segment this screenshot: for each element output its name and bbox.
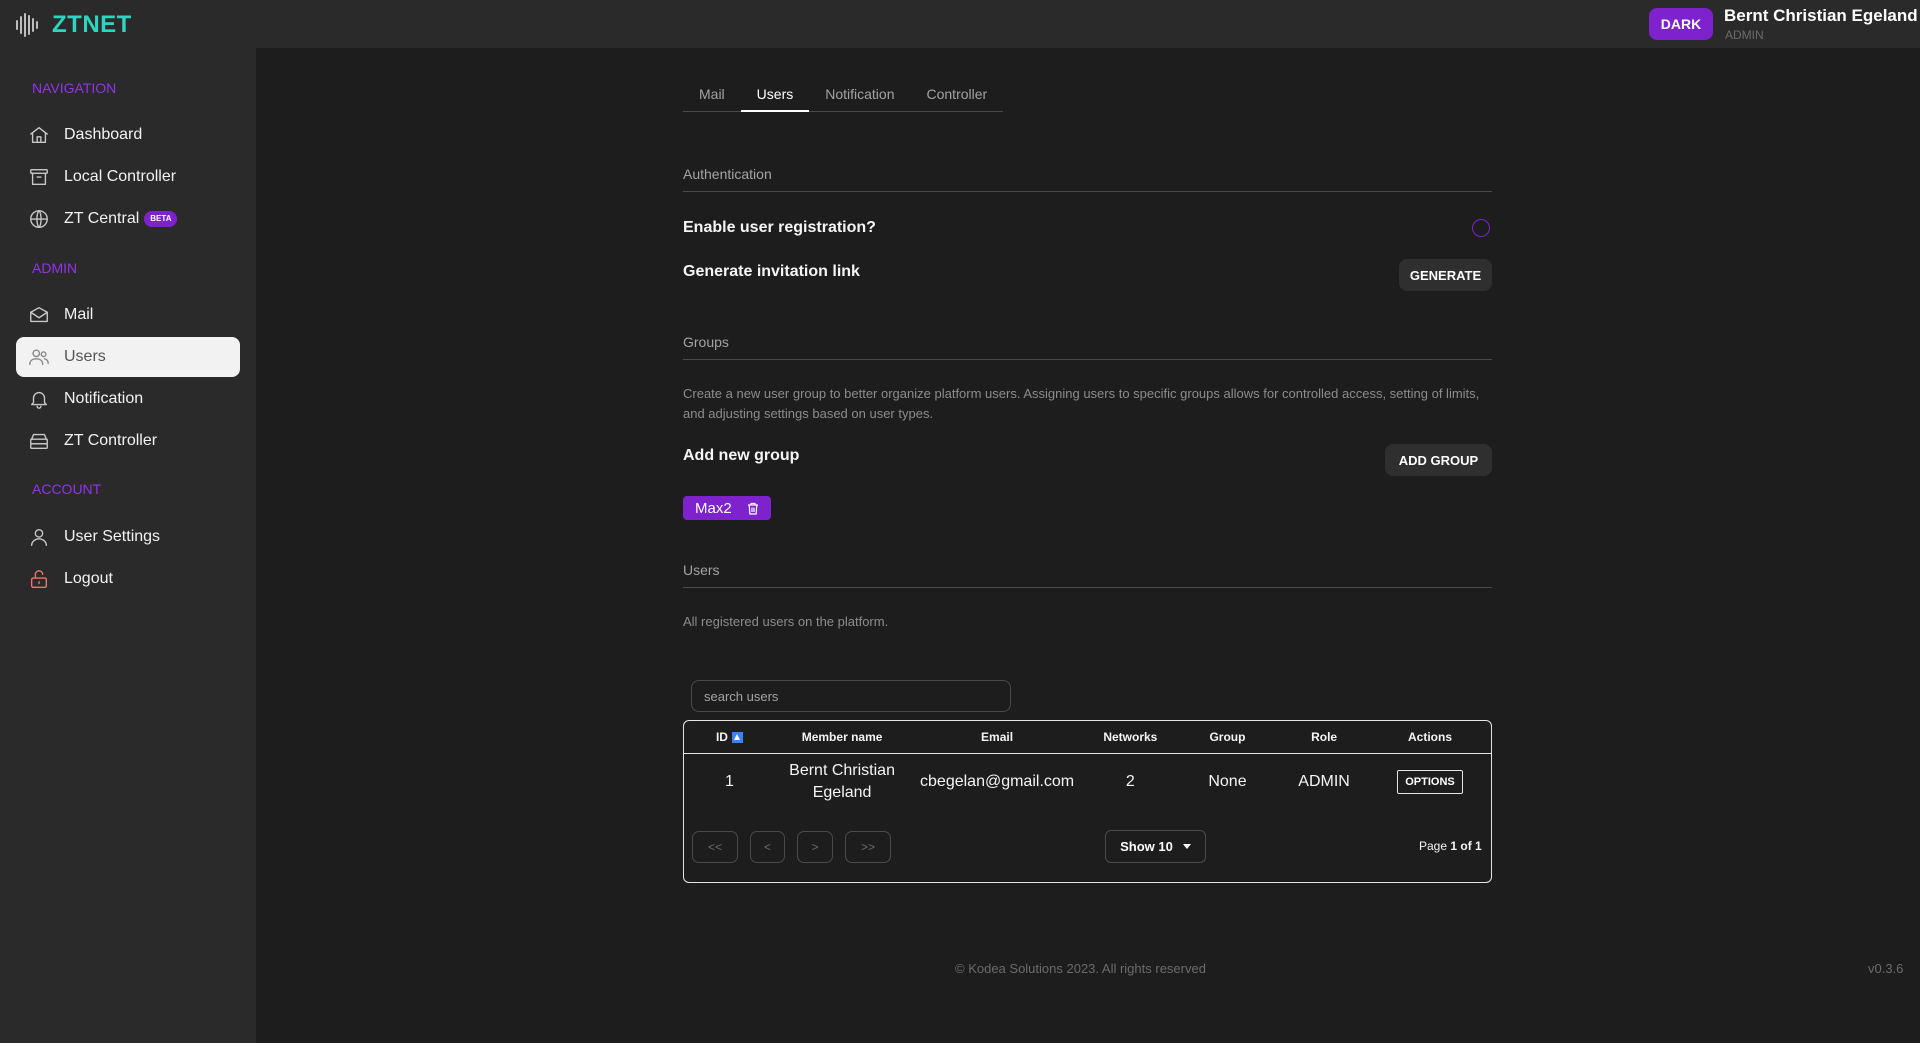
sidebar-item-label: User Settings	[64, 528, 161, 545]
users-icon	[28, 346, 50, 368]
tab-notification[interactable]: Notification	[809, 80, 910, 112]
options-button[interactable]: OPTIONS	[1397, 770, 1463, 795]
search-users-input[interactable]	[691, 680, 1011, 712]
app-version: v0.3.6	[1868, 961, 1904, 976]
enable-registration-label: Enable user registration?	[683, 219, 876, 236]
sidebar-item-zt-controller[interactable]: ZT Controller	[16, 421, 240, 461]
authentication-section-title: Authentication	[683, 166, 1492, 192]
cell-role: ADMIN	[1298, 773, 1350, 791]
sidebar-item-local-controller[interactable]: Local Controller	[16, 157, 240, 197]
ztnet-logo-icon	[15, 12, 41, 38]
bell-icon	[28, 388, 50, 410]
sidebar-section-account: ACCOUNT	[32, 481, 102, 497]
cell-group: None	[1208, 773, 1247, 791]
user-icon	[28, 526, 50, 548]
theme-toggle-button[interactable]: DARK	[1649, 8, 1713, 40]
cell-id: 1	[725, 773, 734, 791]
sidebar-item-label: Logout	[64, 570, 113, 587]
user-role: ADMIN	[1725, 28, 1764, 42]
previous-page-button[interactable]: <	[750, 831, 785, 863]
column-header-group[interactable]: Group	[1176, 721, 1279, 753]
settings-tabs: Mail Users Notification Controller	[683, 80, 1004, 112]
archive-icon	[28, 166, 50, 188]
add-group-button[interactable]: ADD GROUP	[1385, 444, 1492, 476]
group-chip-label: Max2	[695, 499, 732, 517]
sidebar-item-label: ZT Central	[64, 210, 140, 227]
tab-users[interactable]: Users	[740, 80, 810, 112]
footer-copyright: © Kodea Solutions 2023. All rights reser…	[955, 961, 1206, 976]
sidebar-section-admin: ADMIN	[32, 260, 78, 276]
sidebar-item-user-settings[interactable]: User Settings	[16, 517, 240, 557]
enable-registration-checkbox[interactable]	[1472, 219, 1490, 237]
column-header-email[interactable]: Email	[909, 721, 1085, 753]
table-row: 1 Bernt Christian Egeland cbegelan@gmail…	[684, 753, 1491, 811]
page-current: 1 of 1	[1450, 839, 1482, 853]
column-header-id[interactable]: ID	[684, 721, 775, 753]
next-page-button[interactable]: >	[797, 831, 833, 863]
generate-invitation-button[interactable]: GENERATE	[1399, 259, 1492, 291]
first-page-button[interactable]: <<	[692, 831, 738, 863]
table-header-row: ID Member name Email Networks Group Role…	[684, 721, 1491, 753]
sidebar-section-navigation: NAVIGATION	[32, 80, 117, 96]
cell-email: cbegelan@gmail.com	[920, 773, 1075, 791]
mail-icon	[28, 304, 50, 326]
lock-open-icon	[28, 568, 50, 590]
cell-actions: OPTIONS	[1369, 753, 1491, 811]
sidebar-item-label: Notification	[64, 390, 144, 407]
column-header-actions: Actions	[1408, 729, 1453, 744]
sidebar-item-zt-central[interactable]: ZT Central BETA	[16, 199, 240, 239]
cell-member-name: Bernt Christian Egeland	[789, 762, 895, 802]
app-logo[interactable]: ZTNET	[15, 11, 132, 39]
column-header-member-name[interactable]: Member name	[775, 721, 909, 753]
sort-ascending-icon[interactable]	[731, 732, 743, 744]
beta-badge: BETA	[144, 211, 178, 227]
sidebar-item-dashboard[interactable]: Dashboard	[16, 115, 240, 155]
cell-networks: 2	[1125, 773, 1135, 791]
sidebar-item-label: Users	[64, 348, 106, 365]
users-description: All registered users on the platform.	[683, 614, 889, 629]
last-page-button[interactable]: >>	[845, 831, 891, 863]
home-icon	[28, 124, 50, 146]
group-chip[interactable]: Max2	[683, 496, 771, 520]
app-name: ZTNET	[52, 11, 132, 38]
users-section-title: Users	[683, 562, 1492, 588]
page-size-value: Show 10	[1120, 839, 1173, 854]
sidebar-item-label: Local Controller	[64, 168, 177, 185]
page-size-select[interactable]: Show 10	[1105, 830, 1206, 863]
tab-controller[interactable]: Controller	[911, 80, 1004, 112]
invitation-link-label: Generate invitation link	[683, 263, 860, 280]
server-icon	[28, 430, 50, 452]
sidebar-item-label: Dashboard	[64, 126, 143, 143]
top-bar: ZTNET DARK Bernt Christian Egeland ADMIN	[0, 0, 1920, 48]
sidebar-item-notification[interactable]: Notification	[16, 379, 240, 419]
tab-mail[interactable]: Mail	[683, 80, 741, 112]
page-indicator: Page 1 of 1	[1419, 839, 1482, 853]
column-header-networks[interactable]: Networks	[1085, 721, 1176, 753]
sidebar-item-logout[interactable]: Logout	[16, 559, 240, 599]
sidebar-item-mail[interactable]: Mail	[16, 295, 240, 335]
groups-description: Create a new user group to better organi…	[683, 386, 1480, 421]
add-new-group-label: Add new group	[683, 447, 800, 464]
page-prefix: Page	[1419, 839, 1448, 853]
sidebar-item-label: ZT Controller	[64, 432, 158, 449]
groups-section-title: Groups	[683, 334, 1492, 360]
user-name[interactable]: Bernt Christian Egeland	[1724, 6, 1918, 26]
column-header-role[interactable]: Role	[1279, 721, 1369, 753]
caret-down-icon	[1182, 844, 1191, 849]
sidebar-item-label: Mail	[64, 306, 94, 323]
trash-icon[interactable]	[747, 502, 759, 515]
sidebar-item-users[interactable]: Users	[16, 337, 240, 377]
globe-icon	[28, 208, 50, 230]
